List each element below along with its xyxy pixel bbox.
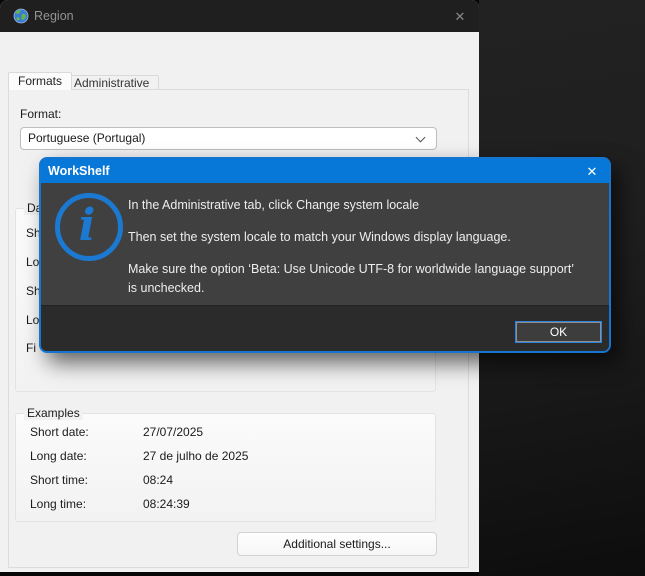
region-close-icon[interactable]: ✕ xyxy=(448,8,472,25)
example-long-time-value: 08:24:39 xyxy=(143,497,190,511)
format-dropdown[interactable]: Portuguese (Portugal) xyxy=(20,127,437,150)
example-short-time-label: Short time: xyxy=(30,473,88,487)
long-time-label-fragment: Lo xyxy=(26,313,39,327)
tab-formats[interactable]: Formats xyxy=(8,72,72,90)
examples-group-label: Examples xyxy=(24,406,83,420)
format-label: Format: xyxy=(20,107,61,121)
message-line-2: Then set the system locale to match your… xyxy=(128,228,511,247)
message-line-3: Make sure the option ‘Beta: Use Unicode … xyxy=(128,260,580,298)
region-titlebar[interactable]: Region ✕ xyxy=(0,0,479,32)
screen: Region ✕ Formats Administrative Format: … xyxy=(0,0,645,576)
region-globe-icon xyxy=(13,8,29,29)
first-day-label-fragment: Fi xyxy=(26,341,36,355)
workshelf-footer: OK xyxy=(41,305,609,351)
format-dropdown-value: Portuguese (Portugal) xyxy=(28,131,145,145)
example-short-date-value: 27/07/2025 xyxy=(143,425,203,439)
chevron-down-icon xyxy=(417,134,425,142)
workshelf-dialog: WorkShelf ✕ i In the Administrative tab,… xyxy=(39,157,611,353)
workshelf-ok-button[interactable]: OK xyxy=(515,321,602,343)
region-window-title: Region xyxy=(34,0,74,32)
example-long-time-label: Long time: xyxy=(30,497,86,511)
workshelf-close-icon[interactable]: ✕ xyxy=(581,163,603,180)
example-short-time-value: 08:24 xyxy=(143,473,173,487)
workshelf-body: i In the Administrative tab, click Chang… xyxy=(41,183,609,305)
info-icon: i xyxy=(55,193,123,261)
example-long-date-label: Long date: xyxy=(30,449,87,463)
additional-settings-button[interactable]: Additional settings... xyxy=(237,532,437,556)
workshelf-title: WorkShelf xyxy=(48,159,110,183)
message-line-1: In the Administrative tab, click Change … xyxy=(128,196,419,215)
long-date-label-fragment: Lo xyxy=(26,255,39,269)
example-long-date-value: 27 de julho de 2025 xyxy=(143,449,248,463)
workshelf-titlebar[interactable]: WorkShelf ✕ xyxy=(41,159,609,183)
example-short-date-label: Short date: xyxy=(30,425,89,439)
tab-administrative[interactable]: Administrative xyxy=(64,75,159,90)
